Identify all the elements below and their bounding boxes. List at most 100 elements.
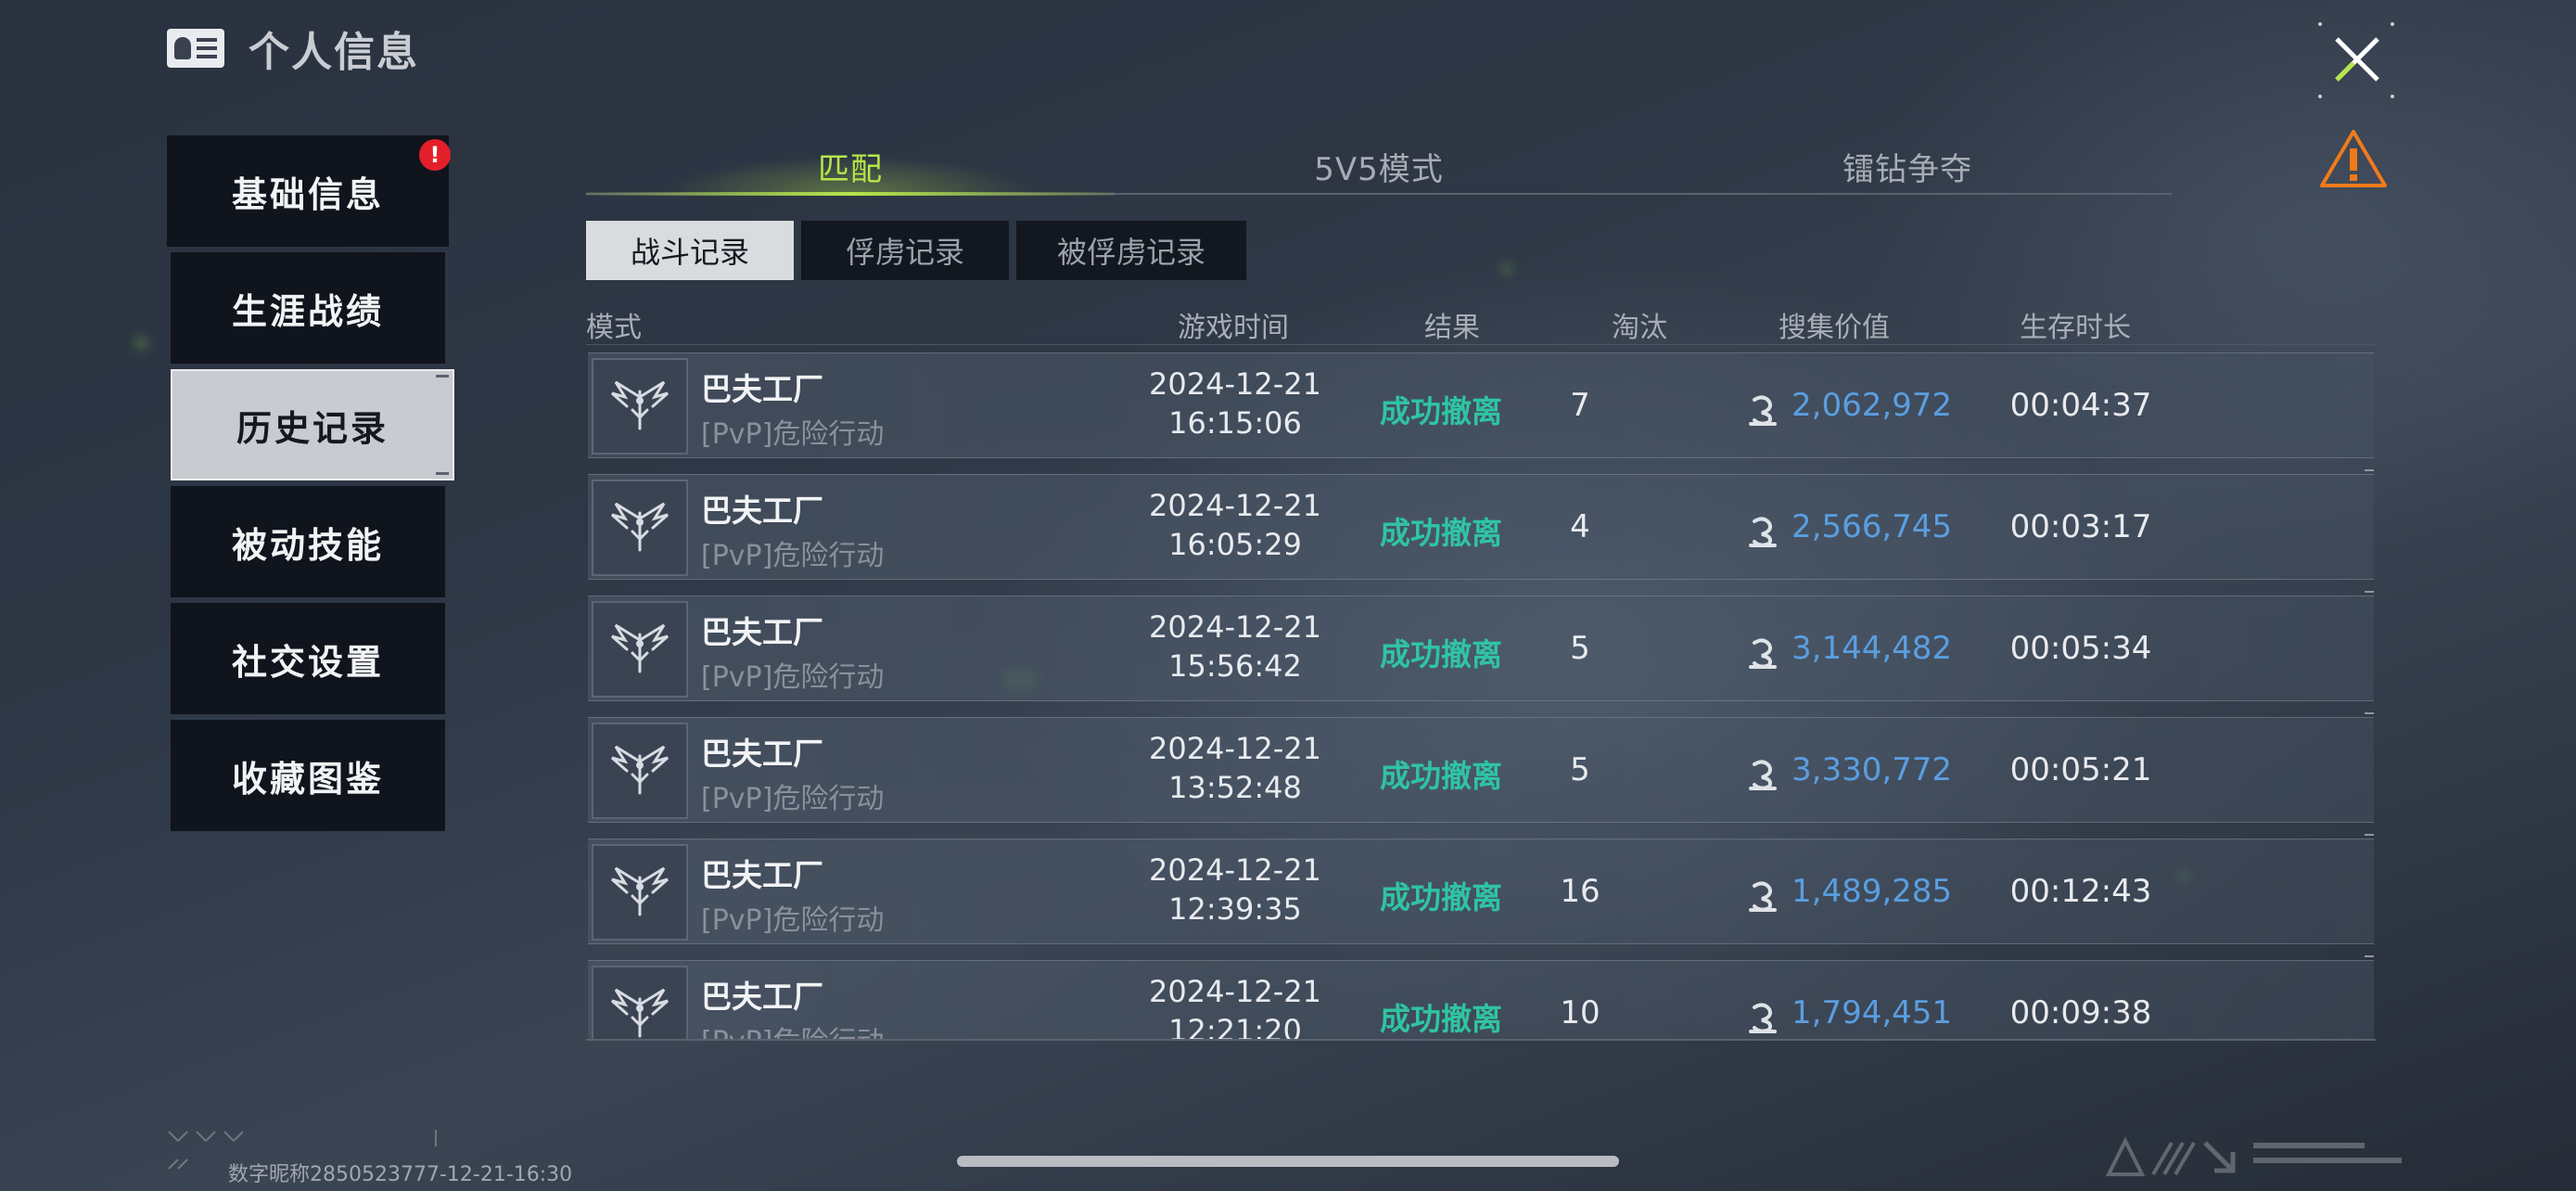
wing-emblem-icon	[592, 844, 688, 941]
map-name: 巴夫工厂	[701, 857, 823, 893]
tab-battle-records[interactable]: 战斗记录	[586, 221, 794, 280]
sidebar-item-basic-info[interactable]: 基础信息 !	[167, 135, 451, 247]
map-name: 巴夫工厂	[701, 736, 823, 772]
table-row[interactable]: 巴夫工厂 [PvP]危险行动 2024-12-21 16:05:29 成功撤离 …	[588, 469, 2374, 580]
collected-value: 1,794,451	[1792, 994, 1953, 1031]
collected-value: 2,062,972	[1792, 387, 1953, 424]
records-list[interactable]: 巴夫工厂 [PvP]危险行动 2024-12-21 16:15:06 成功撤离 …	[586, 352, 2376, 1041]
game-date: 2024-12-21	[1149, 974, 1321, 1009]
kills-count: 4	[1570, 508, 1590, 545]
sidebar-item-history[interactable]: 历史记录	[171, 369, 454, 480]
wing-emblem-icon	[592, 601, 688, 698]
table-row[interactable]: 巴夫工厂 [PvP]危险行动 2024-12-21 12:39:35 成功撤离 …	[588, 834, 2374, 944]
game-date: 2024-12-21	[1149, 731, 1321, 766]
bg-glow	[1502, 264, 1511, 274]
table-header: 模式 游戏时间 结果 淘汰 搜集价值 生存时长	[586, 297, 2376, 345]
notification-badge: !	[419, 139, 451, 171]
wing-emblem-icon	[592, 723, 688, 819]
brand-logo	[2105, 1136, 2402, 1176]
value-icon	[1749, 517, 1777, 547]
game-date: 2024-12-21	[1149, 852, 1321, 888]
kills-count: 5	[1570, 751, 1590, 788]
table-row[interactable]: 巴夫工厂 [PvP]危险行动 2024-12-21 16:15:06 成功撤离 …	[588, 352, 2374, 458]
tab-match[interactable]: 匹配	[586, 139, 1115, 196]
mode-name: [PvP]危险行动	[701, 1018, 884, 1039]
page-header: 个人信息	[167, 20, 419, 76]
kills-count: 10	[1560, 994, 1600, 1031]
survival-time: 00:05:34	[2009, 630, 2152, 667]
value-icon	[1749, 760, 1777, 790]
sidebar-item-label: 被动技能	[231, 524, 384, 566]
tab-label: 镭钻争夺	[1843, 150, 1972, 188]
map-name: 巴夫工厂	[701, 979, 823, 1015]
warning-icon	[2320, 130, 2387, 187]
survival-time: 00:03:17	[2009, 508, 2152, 545]
kills-count: 16	[1560, 873, 1600, 910]
result-text: 成功撤离	[1380, 515, 1502, 551]
sidebar-item-label: 历史记录	[236, 407, 389, 449]
bg-glow	[135, 338, 147, 349]
result-text: 成功撤离	[1380, 758, 1502, 794]
game-time: 12:21:20	[1168, 1013, 1302, 1041]
map-name: 巴夫工厂	[701, 371, 823, 407]
tab-capture-records[interactable]: 俘虏记录	[801, 221, 1009, 280]
collected-value: 3,144,482	[1792, 630, 1953, 667]
table-row[interactable]: 巴夫工厂 [PvP]危险行动 2024-12-21 15:56:42 成功撤离 …	[588, 591, 2374, 701]
close-button[interactable]	[2316, 20, 2396, 100]
survival-time: 00:09:38	[2009, 994, 2152, 1031]
report-warning-button[interactable]	[2318, 128, 2389, 189]
game-date: 2024-12-21	[1149, 488, 1321, 523]
kills-count: 7	[1570, 387, 1590, 424]
tab-label: 5V5模式	[1314, 150, 1444, 188]
record-tabs: 战斗记录 俘虏记录 被俘虏记录	[586, 221, 1246, 280]
result-text: 成功撤离	[1380, 1001, 1502, 1037]
column-header-survive: 生存时长	[2020, 312, 2131, 344]
collected-value: 1,489,285	[1792, 873, 1953, 910]
collected-value: 3,330,772	[1792, 751, 1953, 788]
sidebar-item-label: 收藏图鉴	[231, 758, 384, 800]
sidebar-item-label: 基础信息	[231, 173, 384, 215]
wing-emblem-icon	[592, 480, 688, 576]
tab-radium-diamond[interactable]: 镭钻争夺	[1643, 139, 2172, 193]
sidebar-item-label: 社交设置	[231, 641, 384, 683]
sidebar-item-career[interactable]: 生涯战绩	[171, 252, 445, 364]
sidebar-item-passive-skills[interactable]: 被动技能	[171, 486, 445, 597]
result-text: 成功撤离	[1380, 879, 1502, 916]
page-title: 个人信息	[249, 29, 419, 76]
home-indicator[interactable]	[957, 1156, 1619, 1167]
survival-time: 00:05:21	[2009, 751, 2152, 788]
player-id-watermark: 数字昵称2850523777-12-21-16:30	[228, 1163, 573, 1186]
wing-emblem-icon	[592, 358, 688, 455]
survival-time: 00:12:43	[2009, 873, 2152, 910]
tab-captured-records[interactable]: 被俘虏记录	[1016, 221, 1246, 280]
mode-name: [PvP]危险行动	[701, 418, 885, 451]
sidebar-item-label: 生涯战绩	[231, 290, 384, 332]
collected-value: 2,566,745	[1792, 508, 1953, 545]
mode-tabs: 匹配 5V5模式 镭钻争夺	[586, 139, 2172, 196]
column-header-time: 游戏时间	[1178, 312, 1289, 344]
wing-emblem-icon	[592, 966, 688, 1039]
table-row[interactable]: 巴夫工厂 [PvP]危险行动 2024-12-21 13:52:48 成功撤离 …	[588, 712, 2374, 823]
kills-count: 5	[1570, 630, 1590, 667]
game-date: 2024-12-21	[1149, 366, 1321, 402]
table-row[interactable]: 巴夫工厂 [PvP]危险行动 2024-12-21 12:21:20 成功撤离 …	[588, 955, 2374, 1041]
game-time: 15:56:42	[1168, 648, 1302, 684]
tab-label: 匹配	[818, 150, 883, 188]
column-header-result: 结果	[1424, 312, 1480, 344]
game-time: 16:05:29	[1168, 527, 1302, 562]
value-icon	[1749, 881, 1777, 912]
sidebar-item-social[interactable]: 社交设置	[171, 603, 445, 714]
game-time: 12:39:35	[1168, 891, 1302, 927]
result-text: 成功撤离	[1380, 393, 1502, 429]
result-text: 成功撤离	[1380, 636, 1502, 672]
sidebar: 基础信息 ! 生涯战绩 历史记录 被动技能 社交设置 收藏图鉴	[167, 135, 454, 837]
column-header-value: 搜集价值	[1779, 312, 1890, 344]
value-icon	[1749, 395, 1777, 426]
column-header-mode: 模式	[586, 312, 642, 344]
survival-time: 00:04:37	[2009, 387, 2152, 424]
mode-name: [PvP]危险行动	[701, 904, 885, 937]
sidebar-item-collection[interactable]: 收藏图鉴	[171, 720, 445, 831]
mode-name: [PvP]危险行动	[701, 540, 885, 572]
value-icon	[1749, 638, 1777, 669]
tab-5v5[interactable]: 5V5模式	[1115, 139, 1643, 193]
